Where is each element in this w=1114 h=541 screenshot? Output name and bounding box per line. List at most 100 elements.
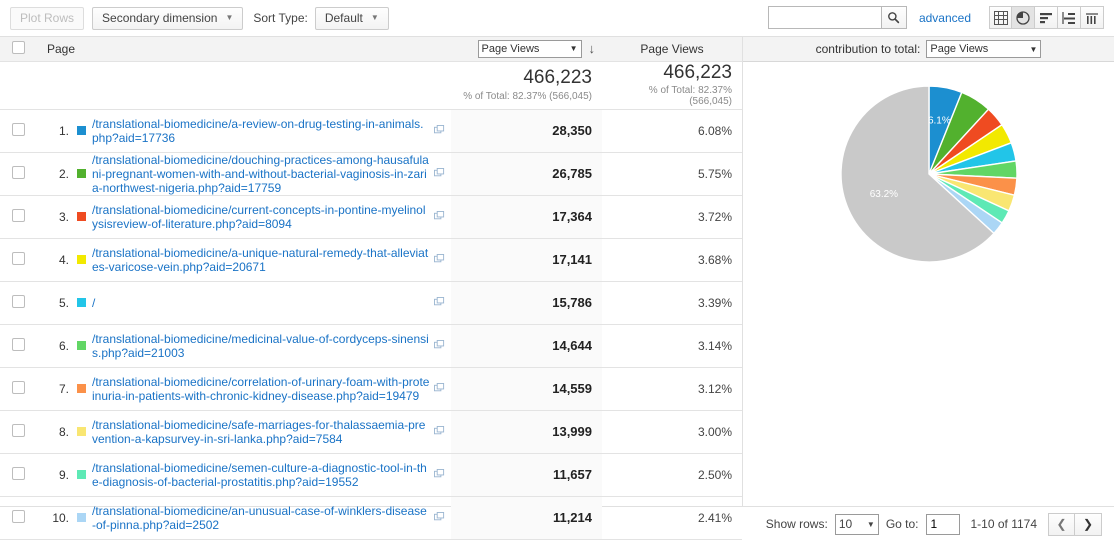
open-in-new-window-icon[interactable]: [434, 254, 445, 265]
pie-slice-label: 6.1%: [927, 115, 950, 126]
row-rank: 10.: [45, 511, 69, 525]
page-link[interactable]: /translational-biomedicine/medicinal-val…: [92, 332, 430, 360]
row-checkbox[interactable]: [12, 166, 25, 179]
series-color-swatch: [77, 212, 86, 221]
row-checkbox[interactable]: [12, 467, 25, 480]
performance-view-icon[interactable]: [1035, 6, 1058, 29]
search-button[interactable]: [881, 6, 907, 29]
row-checkbox[interactable]: [12, 424, 25, 437]
bar-list-icon: [1039, 11, 1053, 25]
page-cell: 5./: [37, 281, 451, 324]
chevron-down-icon: ▼: [371, 14, 379, 22]
row-checkbox[interactable]: [12, 381, 25, 394]
open-in-new-window-icon[interactable]: [434, 512, 445, 523]
pageviews-percent-value: 3.12%: [602, 367, 742, 410]
table-view-icon[interactable]: [989, 6, 1012, 29]
row-checkbox[interactable]: [12, 338, 25, 351]
series-color-swatch: [77, 298, 86, 307]
table-row[interactable]: 9./translational-biomedicine/semen-cultu…: [0, 453, 742, 496]
pageviews-value: 11,214: [451, 496, 602, 539]
select-all-checkbox[interactable]: [12, 41, 25, 54]
page-link[interactable]: /translational-biomedicine/safe-marriage…: [92, 418, 430, 446]
row-checkbox[interactable]: [12, 209, 25, 222]
summary-checkbox-cell: [0, 61, 37, 109]
open-in-new-window-icon[interactable]: [434, 469, 445, 480]
sort-direction-icon[interactable]: ↓: [589, 42, 596, 55]
pageviews-percent-value: 3.14%: [602, 324, 742, 367]
open-in-new-window-icon[interactable]: [434, 426, 445, 437]
row-select-cell: [0, 281, 37, 324]
page-column-header[interactable]: Page: [37, 37, 451, 61]
analytics-pages-report: Plot Rows Secondary dimension ▼ Sort Typ…: [0, 0, 1114, 541]
row-checkbox[interactable]: [12, 252, 25, 265]
table-row[interactable]: 6. /translational-biomedicine/medicinal-v…: [0, 324, 742, 367]
pie-view-icon[interactable]: [1012, 6, 1035, 29]
metric-select-dropdown[interactable]: Page Views ▼: [478, 40, 582, 58]
page-link[interactable]: /translational-biomedicine/douching-prac…: [92, 153, 430, 195]
next-page-button[interactable]: ❯: [1075, 513, 1102, 536]
toolbar-right-group: advanced: [768, 6, 1104, 29]
pageviews-value: 15,786: [451, 281, 602, 324]
open-in-new-window-icon[interactable]: [434, 297, 445, 308]
row-rank: 4.: [45, 253, 69, 267]
contribution-pie-chart[interactable]: 6.1%63.2%: [839, 84, 1019, 264]
page-link[interactable]: /translational-biomedicine/correlation-o…: [92, 375, 430, 403]
open-in-new-window-icon[interactable]: [434, 340, 445, 351]
row-select-cell: [0, 238, 37, 281]
pageviews-value: 17,141: [451, 238, 602, 281]
pageviews-percent-value: 6.08%: [602, 109, 742, 152]
pageviews-percent-value: 3.72%: [602, 195, 742, 238]
open-in-new-window-icon[interactable]: [434, 125, 445, 136]
row-checkbox[interactable]: [12, 510, 25, 523]
page-link[interactable]: /translational-biomedicine/a-review-on-d…: [92, 117, 430, 145]
pivot-view-icon[interactable]: [1081, 6, 1104, 29]
pageviews-pct-column-header[interactable]: Page Views: [602, 37, 742, 61]
page-cell: 2./translational-biomedicine/douching-pr…: [37, 152, 451, 195]
page-cell: 6. /translational-biomedicine/medicinal-v…: [37, 324, 451, 367]
search-group: [768, 6, 907, 29]
prev-page-button[interactable]: ❮: [1048, 513, 1075, 536]
table-row[interactable]: 10. /translational-biomedicine/an-unusual…: [0, 496, 742, 539]
grid-icon: [994, 11, 1008, 25]
page-link[interactable]: /: [92, 296, 430, 310]
row-rank: 6.: [45, 339, 69, 353]
sort-type-dropdown[interactable]: Default ▼: [315, 7, 389, 30]
pageviews-percent-value: 3.00%: [602, 410, 742, 453]
row-checkbox[interactable]: [12, 295, 25, 308]
show-rows-select[interactable]: 10 ▼: [835, 514, 879, 535]
table-row[interactable]: 1./translational-biomedicine/a-review-on…: [0, 109, 742, 152]
table-row[interactable]: 4. /translational-biomedicine/a-unique-na…: [0, 238, 742, 281]
data-table-pane: Page Page Views ▼ ↓ Page Views: [0, 37, 742, 506]
search-input[interactable]: [768, 6, 881, 29]
row-checkbox[interactable]: [12, 123, 25, 136]
contribution-metric-dropdown[interactable]: Page Views ▼: [926, 40, 1041, 58]
page-link[interactable]: /translational-biomedicine/a-unique-natu…: [92, 246, 430, 274]
table-row[interactable]: 7./translational-biomedicine/correlation…: [0, 367, 742, 410]
open-in-new-window-icon[interactable]: [434, 168, 445, 179]
series-color-swatch: [77, 513, 86, 522]
page-link[interactable]: /translational-biomedicine/an-unusual-ca…: [92, 504, 430, 532]
row-select-cell: [0, 109, 37, 152]
comparison-view-icon[interactable]: [1058, 6, 1081, 29]
table-row[interactable]: 8./translational-biomedicine/safe-marria…: [0, 410, 742, 453]
page-cell: 1./translational-biomedicine/a-review-on…: [37, 109, 451, 152]
secondary-dimension-button[interactable]: Secondary dimension ▼: [92, 7, 243, 30]
page-link[interactable]: /translational-biomedicine/current-conce…: [92, 203, 430, 231]
goto-page-input[interactable]: [926, 514, 960, 535]
page-link[interactable]: /translational-biomedicine/semen-culture…: [92, 461, 430, 489]
plot-rows-label: Plot Rows: [20, 8, 74, 29]
advanced-link[interactable]: advanced: [919, 11, 971, 25]
plot-rows-button[interactable]: Plot Rows: [10, 7, 84, 30]
search-icon: [887, 11, 900, 24]
pageviews-percent-value: 3.68%: [602, 238, 742, 281]
summary-pct-value: 466,223: [612, 63, 732, 84]
series-color-swatch: [77, 126, 86, 135]
table-row[interactable]: 5./15,7863.39%: [0, 281, 742, 324]
open-in-new-window-icon[interactable]: [434, 211, 445, 222]
table-row[interactable]: 2./translational-biomedicine/douching-pr…: [0, 152, 742, 195]
show-rows-value: 10: [839, 517, 852, 531]
open-in-new-window-icon[interactable]: [434, 383, 445, 394]
table-row[interactable]: 3./translational-biomedicine/current-con…: [0, 195, 742, 238]
series-color-swatch: [77, 427, 86, 436]
secondary-dimension-label: Secondary dimension: [102, 8, 217, 29]
